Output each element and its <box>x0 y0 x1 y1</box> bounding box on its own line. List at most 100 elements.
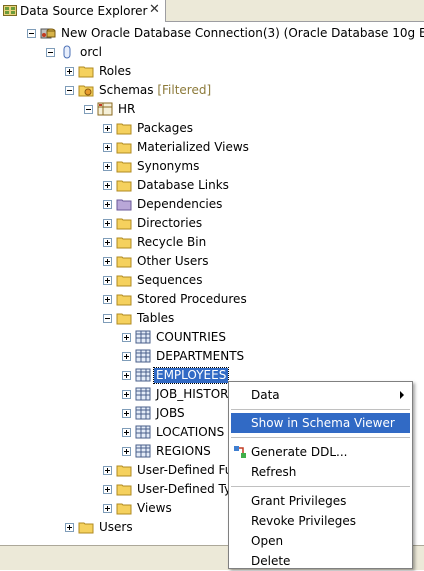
tree-node-label: Tables <box>137 311 175 325</box>
tree-node-directories[interactable]: Directories <box>0 214 424 233</box>
expand-icon[interactable] <box>122 409 131 418</box>
collapse-icon[interactable] <box>46 48 55 57</box>
expand-icon[interactable] <box>103 295 112 304</box>
expand-icon[interactable] <box>103 143 112 152</box>
tree-node-database[interactable]: orcl <box>0 43 424 62</box>
expand-icon[interactable] <box>103 200 112 209</box>
tree-node-stored-procedures[interactable]: Stored Procedures <box>0 290 424 309</box>
database-icon <box>63 45 71 59</box>
menu-item-delete[interactable]: Delete <box>231 551 410 571</box>
expand-icon[interactable] <box>103 485 112 494</box>
folder-icon <box>116 180 132 192</box>
data-source-explorer-tab[interactable]: Data Source Explorer ✕ <box>0 0 166 22</box>
tree-node-label: Materialized Views <box>137 140 249 154</box>
expand-icon[interactable] <box>103 181 112 190</box>
expand-icon[interactable] <box>122 333 131 342</box>
tree-node-schemas[interactable]: Schemas [Filtered] <box>0 81 424 100</box>
folder-icon <box>116 256 132 268</box>
expand-icon[interactable] <box>65 67 74 76</box>
tree-node-label: Directories <box>137 216 203 230</box>
table-icon <box>135 387 151 401</box>
folder-icon <box>116 503 132 515</box>
tree-node-label: JOBS <box>156 406 185 420</box>
generate-ddl-icon <box>234 446 246 458</box>
menu-item-show-in-schema-viewer[interactable]: Show in Schema Viewer <box>231 413 410 433</box>
tree-node-label: Sequences <box>137 273 203 287</box>
tree-node-label: HR <box>118 102 136 116</box>
folder-open-icon <box>116 313 132 325</box>
dependencies-folder-icon <box>116 199 132 211</box>
tree-node-connection[interactable]: New Oracle Database Connection(3) (Oracl… <box>0 24 424 43</box>
menu-item-revoke-privileges[interactable]: Revoke Privileges <box>231 511 410 531</box>
menu-item-label: Refresh <box>251 465 297 479</box>
tree-node-schema-hr[interactable]: HR <box>0 100 424 119</box>
expand-icon[interactable] <box>103 276 112 285</box>
tree-node-materialized-views[interactable]: Materialized Views <box>0 138 424 157</box>
folder-icon <box>78 522 94 534</box>
expand-icon[interactable] <box>103 219 112 228</box>
table-icon <box>135 349 151 363</box>
expand-icon[interactable] <box>103 504 112 513</box>
context-menu[interactable]: Data Show in Schema Viewer Generate DDL.… <box>228 381 413 569</box>
tree-node-sequences[interactable]: Sequences <box>0 271 424 290</box>
expand-icon[interactable] <box>122 371 131 380</box>
tree-node-other-users[interactable]: Other Users <box>0 252 424 271</box>
collapse-icon[interactable] <box>27 29 36 38</box>
tree-node-dependencies[interactable]: Dependencies <box>0 195 424 214</box>
expand-icon[interactable] <box>103 466 112 475</box>
schema-icon <box>97 102 113 116</box>
expand-icon[interactable] <box>122 390 131 399</box>
view-tab-bar: Data Source Explorer ✕ <box>0 0 424 22</box>
menu-separator <box>231 409 410 410</box>
tree-node-table-countries[interactable]: COUNTRIES <box>0 328 424 347</box>
tree-node-label: Schemas [Filtered] <box>99 83 212 97</box>
expand-icon[interactable] <box>122 428 131 437</box>
table-icon <box>135 406 151 420</box>
table-icon <box>135 330 151 344</box>
menu-item-label: Show in Schema Viewer <box>251 416 395 430</box>
menu-item-label: Delete <box>251 554 291 568</box>
tree-node-recycle-bin[interactable]: Recycle Bin <box>0 233 424 252</box>
tree-node-label: New Oracle Database Connection(3) (Oracl… <box>61 26 424 40</box>
expand-icon[interactable] <box>122 352 131 361</box>
expand-icon[interactable] <box>103 162 112 171</box>
table-icon <box>135 368 151 382</box>
tree-node-packages[interactable]: Packages <box>0 119 424 138</box>
tree-node-database-links[interactable]: Database Links <box>0 176 424 195</box>
folder-icon <box>116 123 132 135</box>
folder-icon <box>116 161 132 173</box>
tree-node-synonyms[interactable]: Synonyms <box>0 157 424 176</box>
menu-item-data[interactable]: Data <box>231 385 410 405</box>
tree-node-label: DEPARTMENTS <box>156 349 245 363</box>
expand-icon[interactable] <box>103 257 112 266</box>
filtered-folder-icon <box>78 85 94 97</box>
tree-node-label: Views <box>137 501 172 515</box>
tree-node-label: JOB_HISTOR <box>156 387 229 401</box>
tree-node-label: Recycle Bin <box>137 235 207 249</box>
collapse-icon[interactable] <box>65 86 74 95</box>
menu-item-label: Generate DDL... <box>251 445 348 459</box>
tree-node-label: Users <box>99 520 133 534</box>
collapse-icon[interactable] <box>84 105 93 114</box>
tree-node-tables[interactable]: Tables <box>0 309 424 328</box>
menu-separator <box>231 486 410 487</box>
expand-icon[interactable] <box>103 124 112 133</box>
menu-item-generate-ddl[interactable]: Generate DDL... <box>231 442 410 462</box>
expand-icon[interactable] <box>103 238 112 247</box>
expand-icon[interactable] <box>65 523 74 532</box>
tree-node-table-departments[interactable]: DEPARTMENTS <box>0 347 424 366</box>
menu-item-label: Open <box>251 534 284 548</box>
tree-node-roles[interactable]: Roles <box>0 62 424 81</box>
menu-item-refresh[interactable]: Refresh <box>231 462 410 482</box>
tree-node-label: User-Defined Ty <box>137 482 232 496</box>
menu-item-grant-privileges[interactable]: Grant Privileges <box>231 491 410 511</box>
expand-icon[interactable] <box>122 447 131 456</box>
close-icon[interactable]: ✕ <box>149 2 160 18</box>
folder-icon <box>116 275 132 287</box>
folder-icon <box>116 484 132 496</box>
data-source-explorer-icon <box>3 5 17 16</box>
collapse-icon[interactable] <box>103 314 112 323</box>
menu-item-open[interactable]: Open <box>231 531 410 551</box>
menu-separator <box>231 437 410 438</box>
folder-icon <box>116 237 132 249</box>
